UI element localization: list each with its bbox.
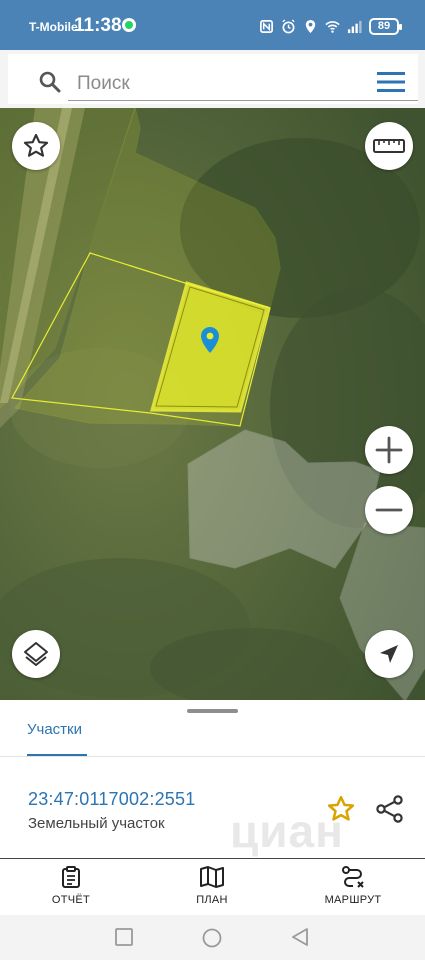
plan-label: ПЛАН xyxy=(196,894,228,906)
favorite-star-icon[interactable] xyxy=(326,794,356,824)
search-input[interactable] xyxy=(68,67,418,101)
drag-handle[interactable] xyxy=(187,709,238,713)
back-icon[interactable] xyxy=(291,928,309,946)
report-label: ОТЧЁТ xyxy=(51,894,91,906)
wifi-icon xyxy=(325,20,340,33)
zoom-in-icon xyxy=(375,436,403,464)
divider xyxy=(0,756,425,757)
ruler-icon xyxy=(373,139,405,153)
location-icon xyxy=(305,19,316,33)
ruler-button[interactable] xyxy=(365,122,413,170)
whatsapp-icon xyxy=(122,18,136,32)
system-nav-bar xyxy=(0,915,425,960)
clipboard-icon xyxy=(62,866,80,888)
star-icon xyxy=(23,133,49,157)
navigation-arrow-icon xyxy=(380,645,398,663)
status-icons: 89 xyxy=(259,16,402,36)
favorites-button[interactable] xyxy=(12,122,60,170)
my-location-button[interactable] xyxy=(365,630,413,678)
layers-button[interactable] xyxy=(12,630,60,678)
route-label: МАРШРУТ xyxy=(324,894,382,906)
recent-apps-icon[interactable] xyxy=(115,928,133,946)
plan-button[interactable]: ПЛАН xyxy=(162,865,262,906)
parcel-type: Земельный участок xyxy=(28,815,165,832)
route-button[interactable]: МАРШРУТ xyxy=(303,865,403,906)
report-button[interactable]: ОТЧЁТ xyxy=(21,865,121,906)
zoom-out-button[interactable] xyxy=(365,486,413,534)
route-icon xyxy=(342,866,364,888)
signal-icon xyxy=(347,20,362,33)
layers-icon xyxy=(24,642,48,666)
zoom-in-button[interactable] xyxy=(365,426,413,474)
parcel-cadastral-number[interactable]: 23:47:0117002:2551 xyxy=(28,789,195,810)
status-bar: T-Mobile 11:38 89 xyxy=(0,0,425,50)
search-icon[interactable] xyxy=(39,71,61,93)
map-icon xyxy=(200,866,224,888)
search-bar xyxy=(0,50,425,108)
search-box xyxy=(8,54,418,104)
share-icon[interactable] xyxy=(375,794,405,824)
home-icon[interactable] xyxy=(202,928,222,948)
alarm-icon xyxy=(282,18,295,33)
location-marker-icon[interactable] xyxy=(200,327,220,353)
menu-icon[interactable] xyxy=(377,72,405,92)
carrier-label: T-Mobile xyxy=(29,20,78,34)
nfc-icon xyxy=(260,19,273,33)
map-view[interactable] xyxy=(0,108,425,701)
zoom-out-icon xyxy=(375,508,403,512)
tab-parcels[interactable]: Участки xyxy=(27,721,82,738)
battery-icon: 89 xyxy=(369,17,402,35)
clock: 11:38 xyxy=(74,15,122,36)
bottom-actions: ОТЧЁТ ПЛАН МАРШРУТ xyxy=(0,859,425,915)
satellite-imagery[interactable] xyxy=(0,108,425,701)
